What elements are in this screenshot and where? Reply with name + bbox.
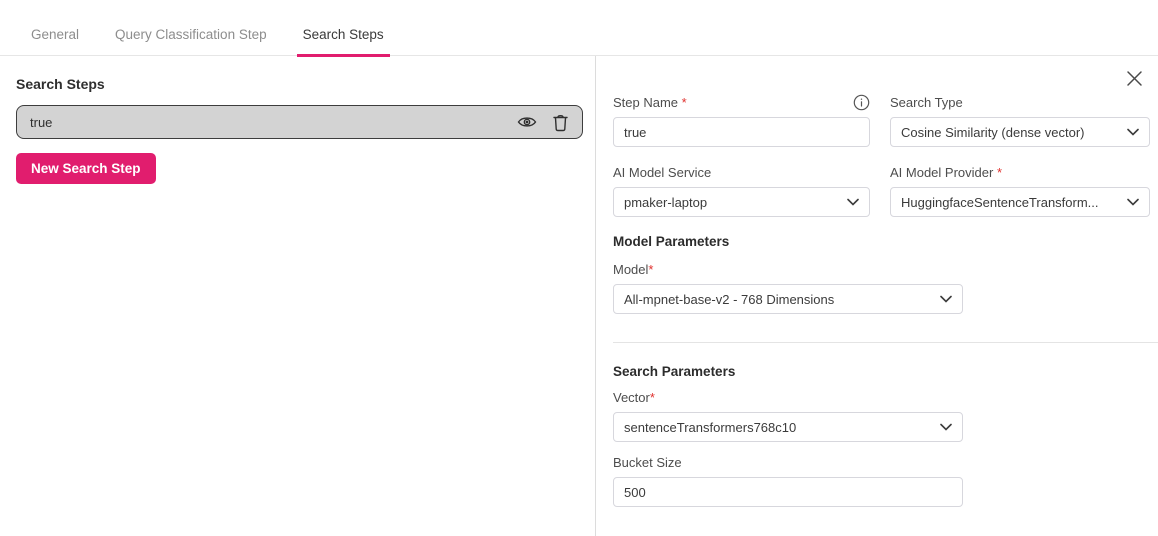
eye-icon[interactable] — [517, 112, 537, 132]
required-asterisk: * — [650, 390, 655, 405]
bucket-size-label: Bucket Size — [613, 455, 682, 470]
close-icon[interactable] — [1126, 70, 1143, 87]
model-parameters-heading: Model Parameters — [613, 234, 1150, 249]
tab-query-classification-step[interactable]: Query Classification Step — [109, 0, 273, 55]
step-name-label: Step Name — [613, 95, 682, 110]
model-label-row: Model* — [613, 261, 963, 277]
chevron-down-icon — [1127, 128, 1139, 136]
ai-model-service-value: pmaker-laptop — [624, 195, 707, 210]
tab-search-steps[interactable]: Search Steps — [297, 0, 390, 55]
new-search-step-button[interactable]: New Search Step — [16, 153, 156, 184]
trash-icon[interactable] — [552, 113, 569, 132]
search-parameters-heading: Search Parameters — [613, 364, 1150, 379]
chevron-down-icon — [940, 295, 952, 303]
search-type-value: Cosine Similarity (dense vector) — [901, 125, 1085, 140]
step-name-label-row: Step Name * — [613, 94, 870, 110]
tab-bar: General Query Classification Step Search… — [0, 0, 1158, 56]
ai-model-service-select[interactable]: pmaker-laptop — [613, 187, 870, 217]
ai-model-service-label-row: AI Model Service — [613, 164, 870, 180]
vector-label: Vector — [613, 390, 650, 405]
model-label: Model — [613, 262, 648, 277]
chevron-down-icon — [847, 198, 859, 206]
ai-model-service-label: AI Model Service — [613, 165, 711, 180]
vector-label-row: Vector* — [613, 389, 963, 405]
section-divider — [613, 342, 1158, 343]
ai-model-provider-value: HuggingfaceSentenceTransform... — [901, 195, 1099, 210]
step-name-input[interactable] — [613, 117, 870, 147]
tab-general[interactable]: General — [25, 0, 85, 55]
ai-model-provider-label-row: AI Model Provider * — [890, 164, 1150, 180]
model-select[interactable]: All-mpnet-base-v2 - 768 Dimensions — [613, 284, 963, 314]
step-detail-panel: Step Name * Search Type — [596, 56, 1158, 536]
search-type-label: Search Type — [890, 95, 963, 110]
bucket-size-input[interactable] — [613, 477, 963, 507]
model-value: All-mpnet-base-v2 - 768 Dimensions — [624, 292, 834, 307]
search-type-select[interactable]: Cosine Similarity (dense vector) — [890, 117, 1150, 147]
bucket-size-label-row: Bucket Size — [613, 454, 963, 470]
step-item-name: true — [30, 115, 502, 130]
content-area: Search Steps true New Search Step — [0, 56, 1158, 536]
search-type-label-row: Search Type — [890, 94, 1150, 110]
required-asterisk: * — [648, 262, 653, 277]
info-icon[interactable] — [853, 94, 870, 111]
required-asterisk: * — [997, 165, 1002, 180]
ai-model-provider-select[interactable]: HuggingfaceSentenceTransform... — [890, 187, 1150, 217]
chevron-down-icon — [1127, 198, 1139, 206]
search-step-list-item[interactable]: true — [16, 105, 583, 139]
vector-select[interactable]: sentenceTransformers768c10 — [613, 412, 963, 442]
required-asterisk: * — [682, 95, 687, 110]
vector-value: sentenceTransformers768c10 — [624, 420, 796, 435]
panel-heading: Search Steps — [16, 76, 582, 92]
search-steps-panel: Search Steps true New Search Step — [0, 56, 596, 536]
chevron-down-icon — [940, 423, 952, 431]
ai-model-provider-label: AI Model Provider — [890, 165, 997, 180]
